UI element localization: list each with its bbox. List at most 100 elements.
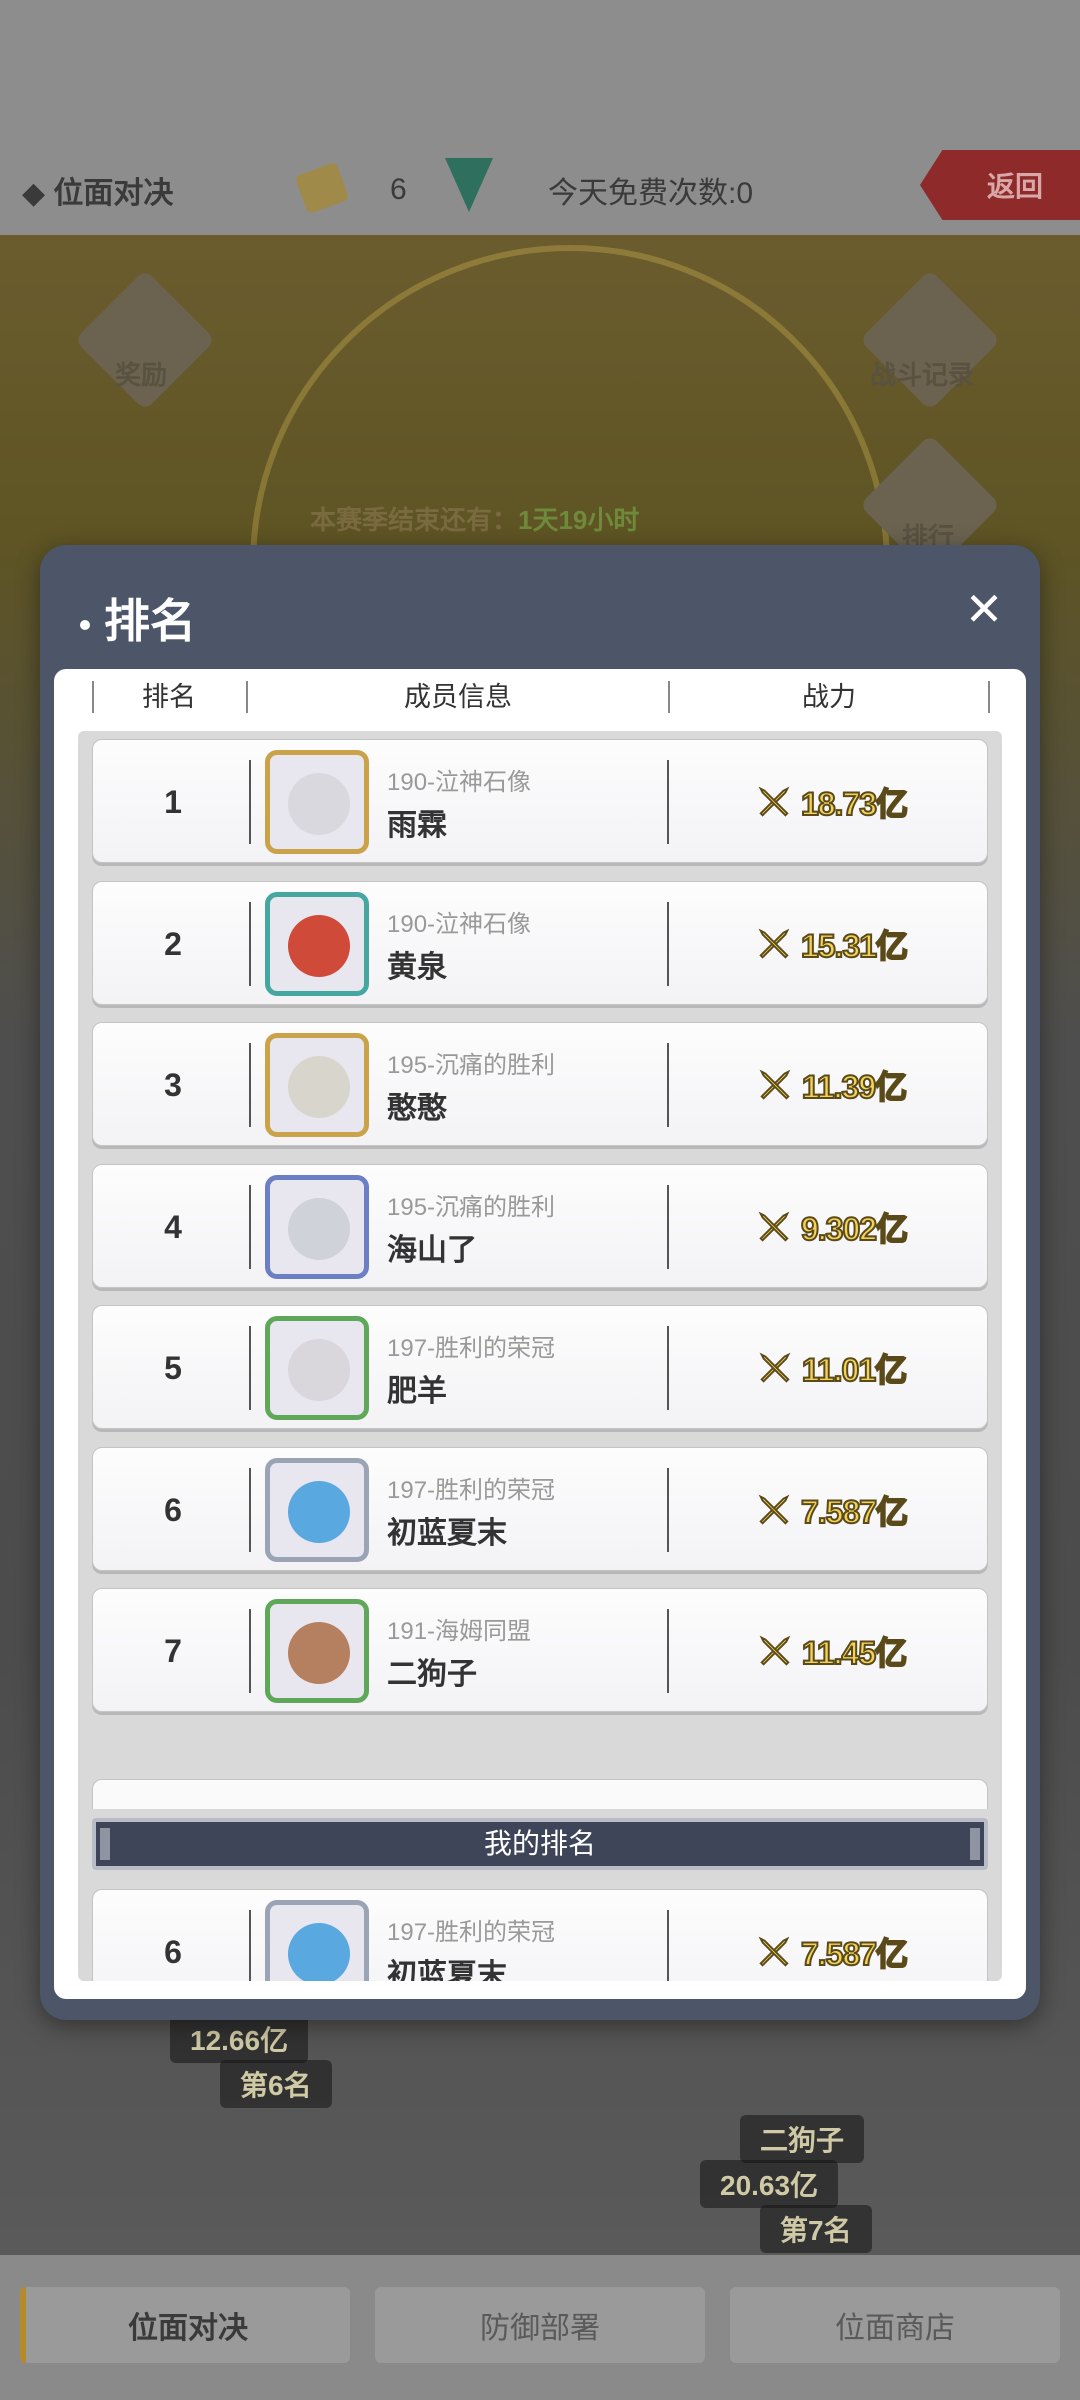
bullet-icon: [80, 619, 90, 630]
row-divider: [249, 1184, 251, 1269]
nav-duel[interactable]: 位面对决: [20, 2287, 350, 2363]
table-row[interactable]: 6 197-胜利的荣冠 初蓝夏末 7.587亿: [92, 1446, 989, 1572]
close-icon[interactable]: ✕: [962, 586, 1006, 632]
avatar[interactable]: [265, 1033, 369, 1137]
power-value: 11.45亿: [801, 1634, 908, 1672]
table-row[interactable]: 4 195-沉痛的胜利 海山了 9.302亿: [92, 1163, 989, 1289]
header-member: 成员信息: [404, 682, 512, 712]
server-name: 197-胜利的荣冠: [387, 1919, 556, 1946]
table-row[interactable]: 7 191-海姆同盟 二狗子 11.45亿: [92, 1588, 988, 1712]
player-name: 二狗子: [387, 1658, 477, 1691]
flag-icon: [445, 158, 493, 212]
row-divider: [249, 1043, 251, 1127]
row-divider: [249, 901, 251, 986]
swords-icon: [758, 1936, 790, 1967]
row-divider: [249, 1910, 251, 1981]
row-divider: [249, 1326, 251, 1410]
player-name: 雨霖: [387, 809, 447, 842]
table-row[interactable]: 5 197-胜利的荣冠 肥羊 11.01亿: [92, 1305, 988, 1429]
swords-icon: [758, 786, 790, 817]
rank-number: 5: [164, 1350, 182, 1386]
bg-player-power: 20.63亿: [700, 2160, 839, 2208]
power-value: 9.302亿: [800, 1210, 909, 1248]
ticket-icon: [294, 161, 350, 215]
avatar-face: [288, 1923, 350, 1981]
avatar[interactable]: [265, 1900, 369, 1981]
server-name: 191-海姆同盟: [387, 1618, 532, 1645]
avatar-face: [288, 1056, 350, 1118]
player-name: 海山了: [387, 1233, 477, 1267]
header-rank: 排名: [142, 682, 196, 712]
modal-title-text: 排名: [104, 595, 196, 647]
nav-defense[interactable]: 防御部署: [375, 2287, 705, 2363]
header-divider: [988, 681, 990, 713]
avatar-face: [288, 1339, 350, 1401]
row-divider: [667, 901, 669, 986]
season-time: 1天19小时: [518, 505, 640, 535]
bg-player-rank: 第6名: [220, 2060, 332, 2108]
row-divider: [667, 1467, 669, 1552]
avatar-face: [288, 1622, 350, 1684]
avatar[interactable]: [265, 1316, 369, 1420]
season-label: 本赛季结束还有：: [310, 505, 519, 535]
bg-player-power: 12.66亿: [170, 2015, 309, 2063]
avatar[interactable]: [265, 1599, 369, 1703]
swords-icon: [758, 1494, 790, 1525]
power-value: 11.39亿: [801, 1068, 908, 1106]
ranking-list[interactable]: 我的排名 1 190-泣神石像 雨霖 18.73亿 2 190-泣神石像 黄泉 …: [78, 731, 1002, 1981]
power-cell: 18.73亿: [673, 740, 989, 864]
power-cell: 15.31亿: [673, 882, 989, 1006]
avatar-face: [288, 1197, 350, 1260]
avatar[interactable]: [265, 1174, 369, 1279]
swords-icon: [758, 1211, 790, 1242]
power-cell: 9.302亿: [673, 1165, 989, 1289]
table-row[interactable]: 1 190-泣神石像 雨霖 18.73亿: [92, 739, 988, 863]
season-timer: 本赛季结束还有：1天19小时: [310, 500, 639, 537]
bg-player-rank: 第7名: [760, 2205, 872, 2253]
list-item-partial: [92, 1779, 988, 1809]
row-divider: [249, 1609, 251, 1693]
free-count: 今天免费次数:0: [548, 177, 754, 210]
swords-icon: [758, 928, 790, 959]
ranking-panel: 排名 成员信息 战力 我的排名 1 190-泣神石像 雨霖 18.73亿 2 1…: [54, 669, 1026, 1999]
player-name: 黄泉: [387, 950, 447, 984]
my-rank-banner: 我的排名: [92, 1818, 988, 1870]
nav-shop[interactable]: 位面商店: [730, 2287, 1060, 2363]
table-row[interactable]: 3 195-沉痛的胜利 憨憨 11.39亿: [92, 1022, 988, 1146]
power-cell: 11.01亿: [673, 1306, 989, 1430]
row-divider: [249, 760, 251, 844]
player-name: 肥羊: [387, 1375, 447, 1408]
row-divider: [249, 1467, 251, 1552]
power-value: 7.587亿: [800, 1935, 909, 1973]
reward-label: 奖励: [115, 360, 168, 390]
avatar[interactable]: [265, 891, 369, 996]
swords-icon: [759, 1069, 791, 1100]
power-value: 15.31亿: [800, 927, 909, 965]
row-divider: [667, 1184, 669, 1269]
rank-number: 3: [164, 1067, 182, 1103]
header-power: 战力: [802, 682, 856, 712]
power-cell: 11.39亿: [673, 1023, 989, 1147]
server-name: 197-胜利的荣冠: [387, 1335, 556, 1362]
back-button[interactable]: 返回: [920, 150, 1080, 220]
row-divider: [667, 1043, 669, 1127]
avatar-face: [288, 914, 350, 977]
row-divider: [667, 1609, 669, 1693]
ticket-count: 6: [390, 173, 407, 206]
avatar[interactable]: [265, 750, 369, 854]
table-row[interactable]: 2 190-泣神石像 黄泉 15.31亿: [92, 880, 989, 1006]
rank-number: 6: [164, 1934, 182, 1970]
power-cell: 7.587亿: [673, 1448, 989, 1572]
row-divider: [667, 1326, 669, 1410]
rank-number: 4: [164, 1208, 182, 1245]
row-divider: [667, 1910, 669, 1981]
table-row[interactable]: 6 197-胜利的荣冠 初蓝夏末 7.587亿: [92, 1889, 988, 1981]
row-divider: [667, 760, 669, 844]
ranking-modal: 排名 ✕ 排名 成员信息 战力 我的排名 1 190-泣神石像 雨霖 18.73…: [40, 545, 1040, 2020]
rank-number: 7: [164, 1633, 182, 1669]
power-value: 18.73亿: [800, 785, 909, 823]
server-name: 190-泣神石像: [387, 769, 532, 796]
avatar[interactable]: [265, 1457, 369, 1562]
server-name: 197-胜利的荣冠: [387, 1476, 556, 1504]
player-name: 初蓝夏末: [387, 1959, 507, 1981]
